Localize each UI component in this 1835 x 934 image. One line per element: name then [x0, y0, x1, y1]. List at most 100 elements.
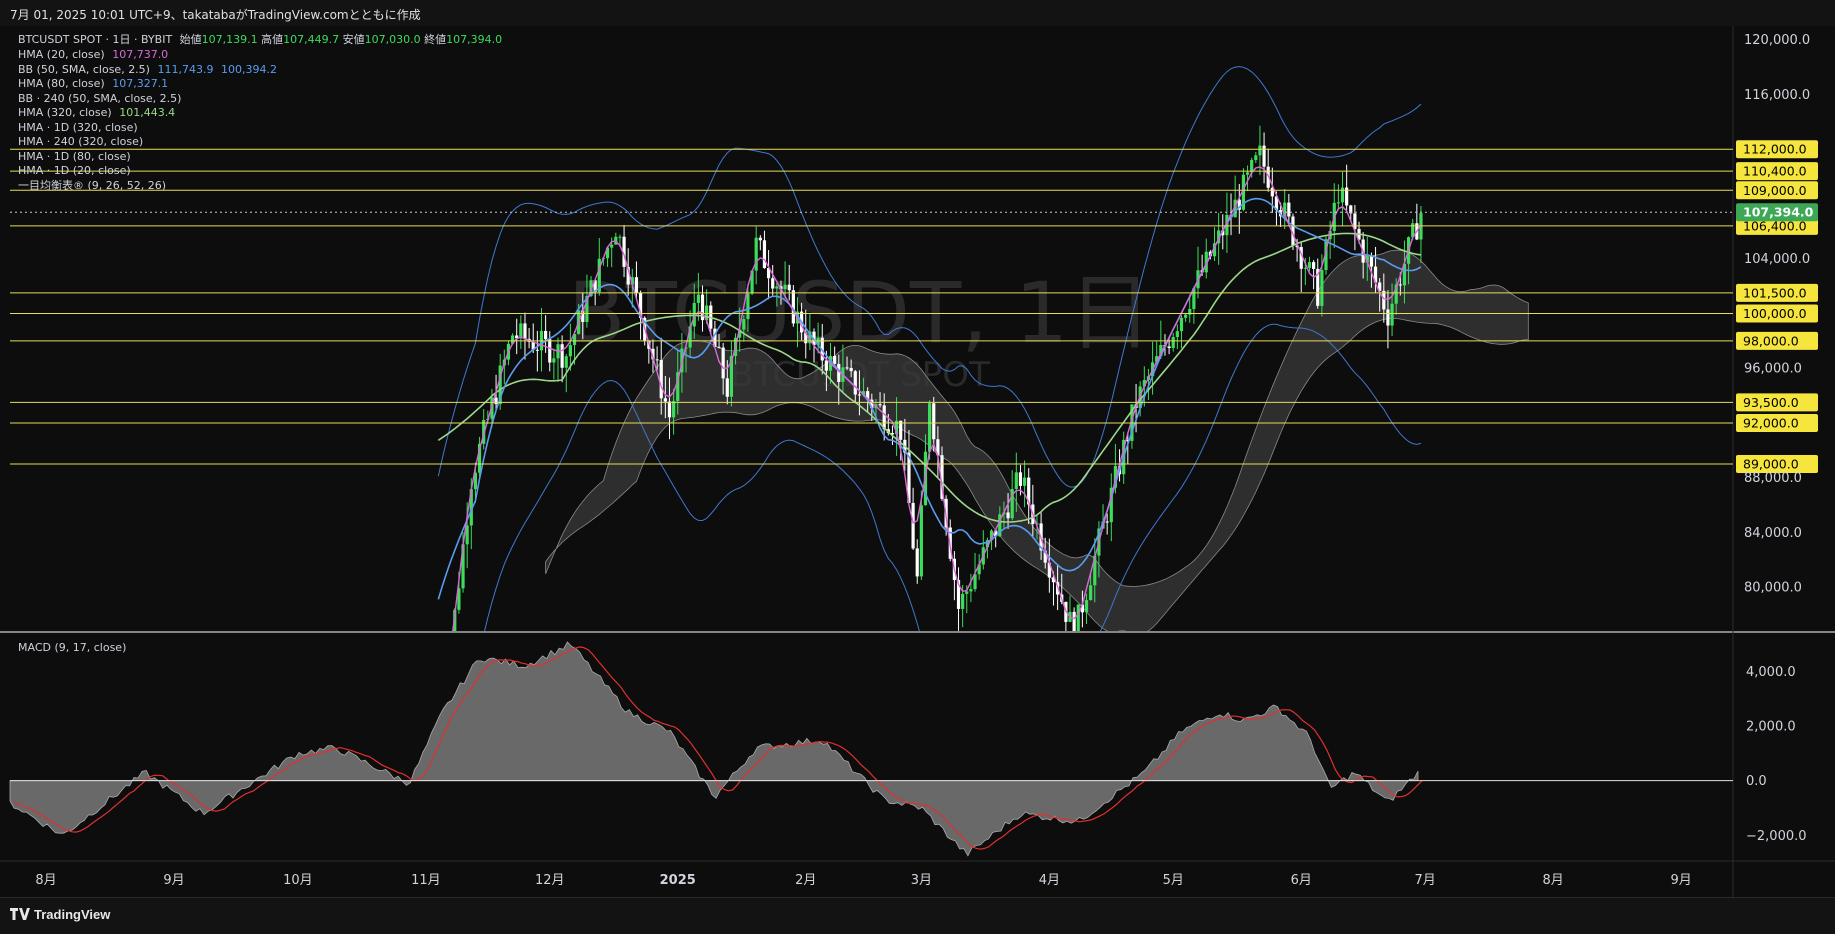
legend-close-label: 終値: [424, 33, 447, 46]
indicator-name: HMA · 240 (320, close): [18, 135, 144, 148]
macd-tick-label: 0.0: [1746, 774, 1767, 789]
candle-body: [1014, 472, 1018, 489]
horizontal-level-label: 100,000.0: [1743, 306, 1807, 321]
horizontal-level-label: 89,000.0: [1743, 457, 1799, 472]
candle-body: [911, 502, 915, 549]
candle-body: [771, 278, 775, 289]
candle-body: [857, 394, 862, 396]
indicator-name: HMA · 1D (20, close): [18, 164, 131, 177]
candle-body: [1179, 317, 1184, 332]
horizontal-level-label: 93,500.0: [1743, 395, 1799, 410]
indicator-name: HMA · 1D (320, close): [18, 120, 138, 134]
price-tick-label-partial: 88,000.0: [1744, 471, 1802, 486]
candle-body: [552, 358, 556, 363]
candle-body: [787, 284, 791, 291]
candle-body: [878, 404, 882, 406]
candle-body: [915, 548, 919, 577]
candle-body: [1022, 477, 1027, 486]
candle-body: [1018, 472, 1023, 486]
candle-body: [845, 367, 849, 369]
time-tick-label: 10月: [283, 873, 313, 888]
candle-body: [1167, 346, 1171, 348]
indicator-value: 107,737.0: [108, 48, 169, 61]
indicator-name: HMA (80, close): [18, 77, 105, 90]
indicator-legend-row[interactable]: HMA · 240 (320, close): [18, 135, 143, 149]
legend-high-label: 高値: [261, 33, 284, 46]
price-tick-label-partial: 120,000.0: [1744, 33, 1810, 48]
candle-body: [655, 359, 659, 361]
price-tick-label: 80,000.0: [1744, 581, 1802, 596]
indicator-legend-row[interactable]: HMA (320, close) 101,443.4: [18, 106, 175, 120]
candle-body: [1258, 145, 1262, 156]
indicator-value: 101,443.4: [115, 106, 176, 119]
candle-body: [1353, 213, 1357, 229]
top-caption-bar: 7月 01, 2025 10:01 UTC+9、takatabaがTrading…: [0, 0, 1835, 27]
price-chart[interactable]: BTCUSDT, 1日BTCUSDT SPOT112,000.0110,400.…: [0, 26, 1835, 897]
candle-body: [667, 401, 672, 418]
candle-body: [1006, 512, 1010, 519]
candle-body: [762, 240, 767, 269]
candle-body: [725, 378, 729, 397]
time-tick-label: 4月: [1039, 873, 1060, 888]
candle-body: [1184, 314, 1188, 318]
time-tick-label: 9月: [163, 873, 184, 888]
time-tick-label: 9月: [1670, 873, 1691, 888]
candle-body: [932, 403, 936, 440]
indicator-legend-row[interactable]: BB (50, SMA, close, 2.5) 111,743.9 100,3…: [18, 63, 277, 77]
indicator-legend-row[interactable]: HMA (20, close) 107,737.0: [18, 48, 168, 62]
legend-symbol: BTCUSDT SPOT · 1日 · BYBIT: [18, 33, 173, 46]
macd-legend-label: MACD (9, 17, close): [18, 641, 126, 654]
horizontal-level-label: 101,500.0: [1743, 285, 1807, 300]
candle-body: [1398, 284, 1402, 286]
candle-body: [775, 286, 779, 289]
indicator-name: HMA (320, close): [18, 106, 112, 119]
candle-body: [1254, 155, 1258, 161]
candle-body: [1287, 202, 1291, 217]
candle-body: [849, 367, 853, 372]
indicator-legend-row[interactable]: HMA · 1D (80, close): [18, 150, 131, 164]
candle-body: [919, 505, 923, 577]
tradingview-logo-icon: [10, 908, 30, 920]
tradingview-logo[interactable]: TradingView: [10, 907, 110, 922]
candle-body: [519, 323, 523, 339]
candle-body: [523, 323, 527, 339]
candle-body: [899, 420, 903, 440]
candle-body: [1307, 262, 1312, 268]
candle-body: [1369, 255, 1374, 267]
time-tick-label: 8月: [35, 873, 56, 888]
caption-text: 7月 01, 2025 10:01 UTC+9、takatabaがTrading…: [10, 8, 421, 22]
candle-body: [548, 339, 552, 363]
indicator-legend-row[interactable]: HMA · 1D (20, close): [18, 164, 131, 178]
candle-body: [696, 294, 700, 303]
candle-body: [1105, 521, 1109, 523]
candle-body: [882, 405, 886, 430]
candle-body: [1175, 331, 1179, 338]
candle-body: [1084, 600, 1089, 613]
candle-body: [1320, 269, 1324, 306]
candle-body: [544, 330, 548, 340]
candle-body: [1171, 337, 1175, 348]
candle-body: [721, 347, 725, 379]
candle-body: [824, 360, 828, 371]
indicator-legend-row[interactable]: HMA (80, close) 107,327.1: [18, 77, 168, 91]
legend-open-value: 107,139.1: [201, 33, 258, 46]
price-tick-label: 104,000.0: [1744, 252, 1810, 267]
time-tick-label: 2月: [795, 873, 816, 888]
legend-symbol-line: BTCUSDT SPOT · 1日 · BYBIT 始値107,139.1 高値…: [18, 33, 502, 47]
candle-body: [853, 371, 857, 395]
indicator-name: HMA (20, close): [18, 48, 105, 61]
legend-low-value: 107,030.0: [364, 33, 421, 46]
indicator-legend-row[interactable]: HMA · 1D (320, close): [18, 121, 138, 135]
indicator-value: 111,743.9: [153, 62, 214, 76]
candle-body: [568, 345, 572, 357]
horizontal-level-label: 110,400.0: [1743, 164, 1807, 179]
indicator-legend-row[interactable]: 一目均衡表® (9, 26, 52, 26): [18, 179, 166, 193]
bottom-brand-bar: TradingView: [0, 897, 1835, 934]
price-tick-label: 116,000.0: [1744, 88, 1810, 103]
legend-high-value: 107,449.7: [283, 33, 340, 46]
candle-body: [746, 293, 750, 320]
legend-close-value: 107,394.0: [446, 33, 503, 46]
indicator-legend-row[interactable]: BB · 240 (50, SMA, close, 2.5): [18, 92, 181, 106]
candle-body: [1312, 262, 1316, 269]
candle-body: [560, 344, 564, 368]
